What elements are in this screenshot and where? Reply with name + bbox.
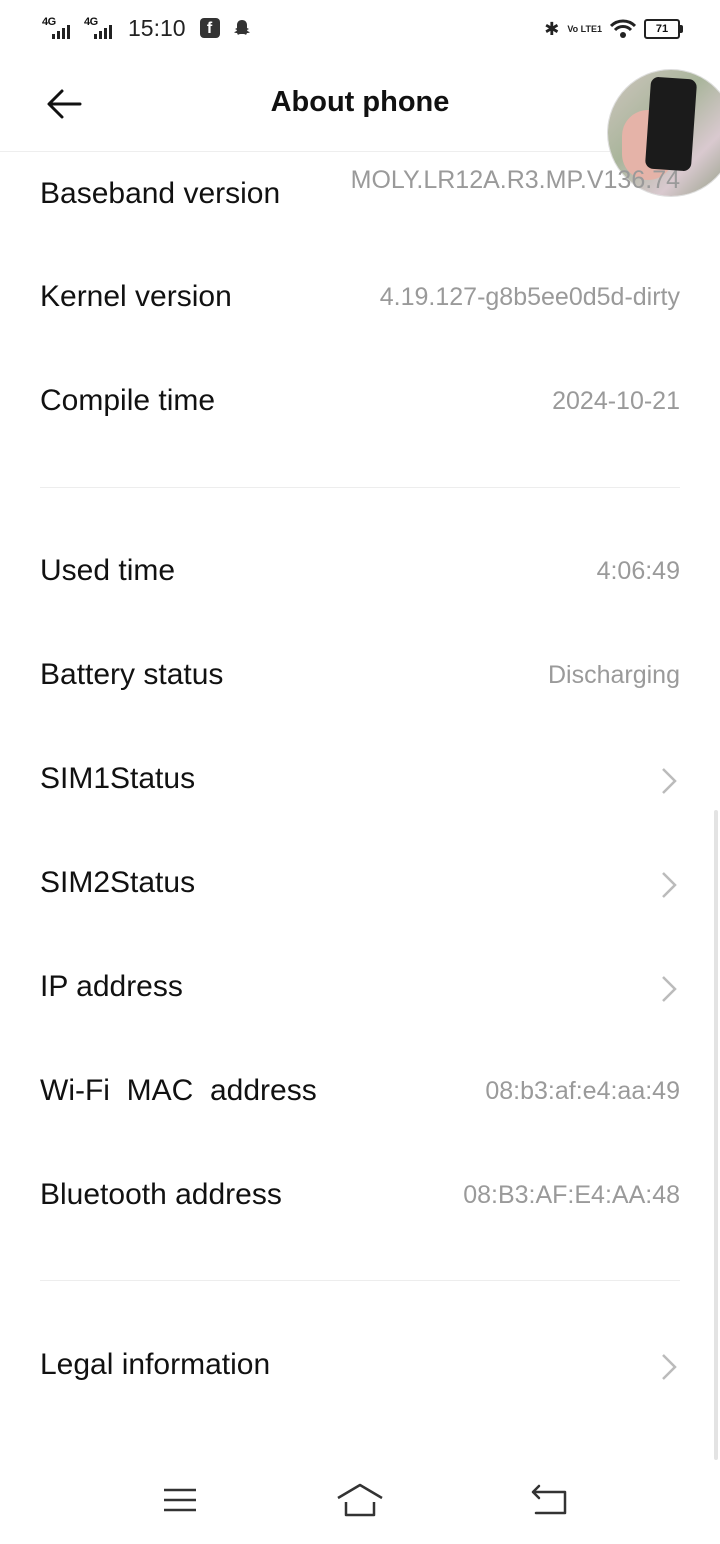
volte-icon: Vo LTE1 <box>567 23 602 34</box>
row-label: SIM1Status <box>40 762 196 795</box>
return-icon[interactable] <box>525 1480 575 1520</box>
row-label: Legal information <box>40 1348 271 1381</box>
chevron-right-icon <box>662 872 677 898</box>
navigation-bar <box>0 1460 720 1544</box>
scrollbar[interactable] <box>714 810 718 1460</box>
row-value: 4:06:49 <box>596 557 680 585</box>
section-divider <box>40 1280 680 1281</box>
chevron-right-icon <box>662 976 677 1002</box>
status-bar: 4G 4G 15:10 f ✱ Vo LTE1 71 <box>0 0 720 56</box>
row-label: Kernel version <box>40 280 232 313</box>
status-bar-left: 4G 4G 15:10 f <box>42 12 252 44</box>
row-label: SIM2Status <box>40 866 196 899</box>
sim1-status-row[interactable]: SIM1Status <box>40 742 680 822</box>
status-time: 15:10 <box>128 14 186 41</box>
kernel-version-row: Kernel version 4.19.127-g8b5ee0d5d-dirty <box>40 260 680 340</box>
row-label: Compile time <box>40 384 216 417</box>
baseband-version-row: Baseband version MOLY.LR12A.R3.MP.V136.7… <box>40 160 680 250</box>
row-value: MOLY.LR12A.R3.MP.V136.74 <box>350 166 680 194</box>
row-label: IP address <box>40 970 183 1003</box>
sim2-signal-icon: 4G <box>84 14 118 42</box>
home-icon[interactable] <box>335 1480 385 1520</box>
status-bar-right: ✱ Vo LTE1 71 <box>544 14 683 44</box>
compile-time-row: Compile time 2024-10-21 <box>40 364 680 444</box>
ip-address-row[interactable]: IP address <box>40 950 680 1030</box>
row-value: Discharging <box>547 661 680 689</box>
menu-icon[interactable] <box>155 1480 205 1520</box>
snapchat-notification-icon <box>233 20 250 35</box>
battery-icon: 71 <box>644 19 683 39</box>
wifi-icon <box>610 19 636 38</box>
battery-status-row: Battery status Discharging <box>40 638 680 718</box>
section-divider <box>40 487 680 488</box>
battery-level: 71 <box>655 23 669 35</box>
row-value: 2024-10-21 <box>552 387 680 415</box>
facebook-notification-icon: f <box>199 18 220 38</box>
sim1-signal-icon: 4G <box>42 14 76 42</box>
bluetooth-icon: ✱ <box>544 18 560 39</box>
chevron-right-icon <box>662 768 677 794</box>
wifi-mac-address-row: Wi-Fi MAC address 08:b3:af:e4:aa:49 <box>40 1054 680 1134</box>
row-value: 08:b3:af:e4:aa:49 <box>485 1077 680 1105</box>
chevron-right-icon <box>662 1354 677 1380</box>
used-time-row: Used time 4:06:49 <box>40 534 680 614</box>
row-value: 08:B3:AF:E4:AA:48 <box>463 1181 680 1209</box>
bluetooth-address-row: Bluetooth address 08:B3:AF:E4:AA:48 <box>40 1158 680 1238</box>
sim2-status-row[interactable]: SIM2Status <box>40 846 680 926</box>
row-label: Wi-Fi MAC address <box>40 1074 317 1107</box>
row-label: Baseband version <box>40 177 281 210</box>
row-value: 4.19.127-g8b5ee0d5d-dirty <box>379 283 680 311</box>
row-label: Bluetooth address <box>40 1178 282 1211</box>
row-label: Used time <box>40 554 176 587</box>
legal-information-row[interactable]: Legal information <box>40 1328 680 1408</box>
row-label: Battery status <box>40 658 224 691</box>
